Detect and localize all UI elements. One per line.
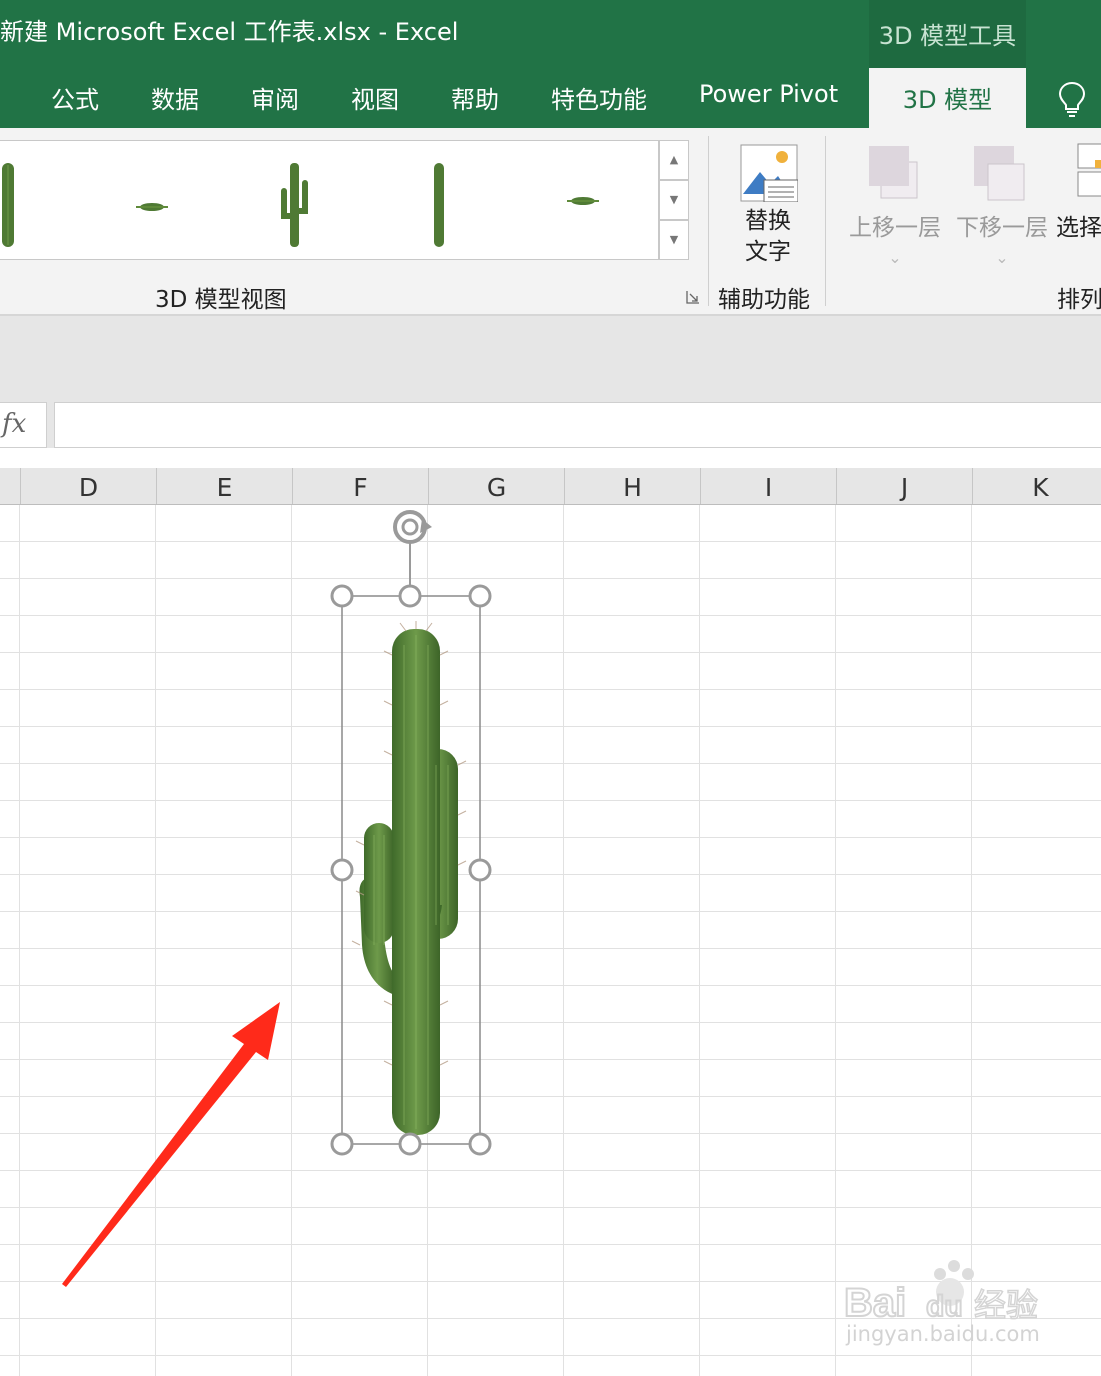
red-arrow-annotation [62, 1002, 280, 1287]
svg-text:经验: 经验 [974, 1286, 1038, 1324]
baidu-watermark-logo: Bai du 经验 [843, 1260, 1039, 1324]
svg-text:du: du [926, 1290, 963, 1323]
svg-text:Bai: Bai [844, 1281, 906, 1324]
watermark-url: jingyan.baidu.com [846, 1322, 1040, 1346]
